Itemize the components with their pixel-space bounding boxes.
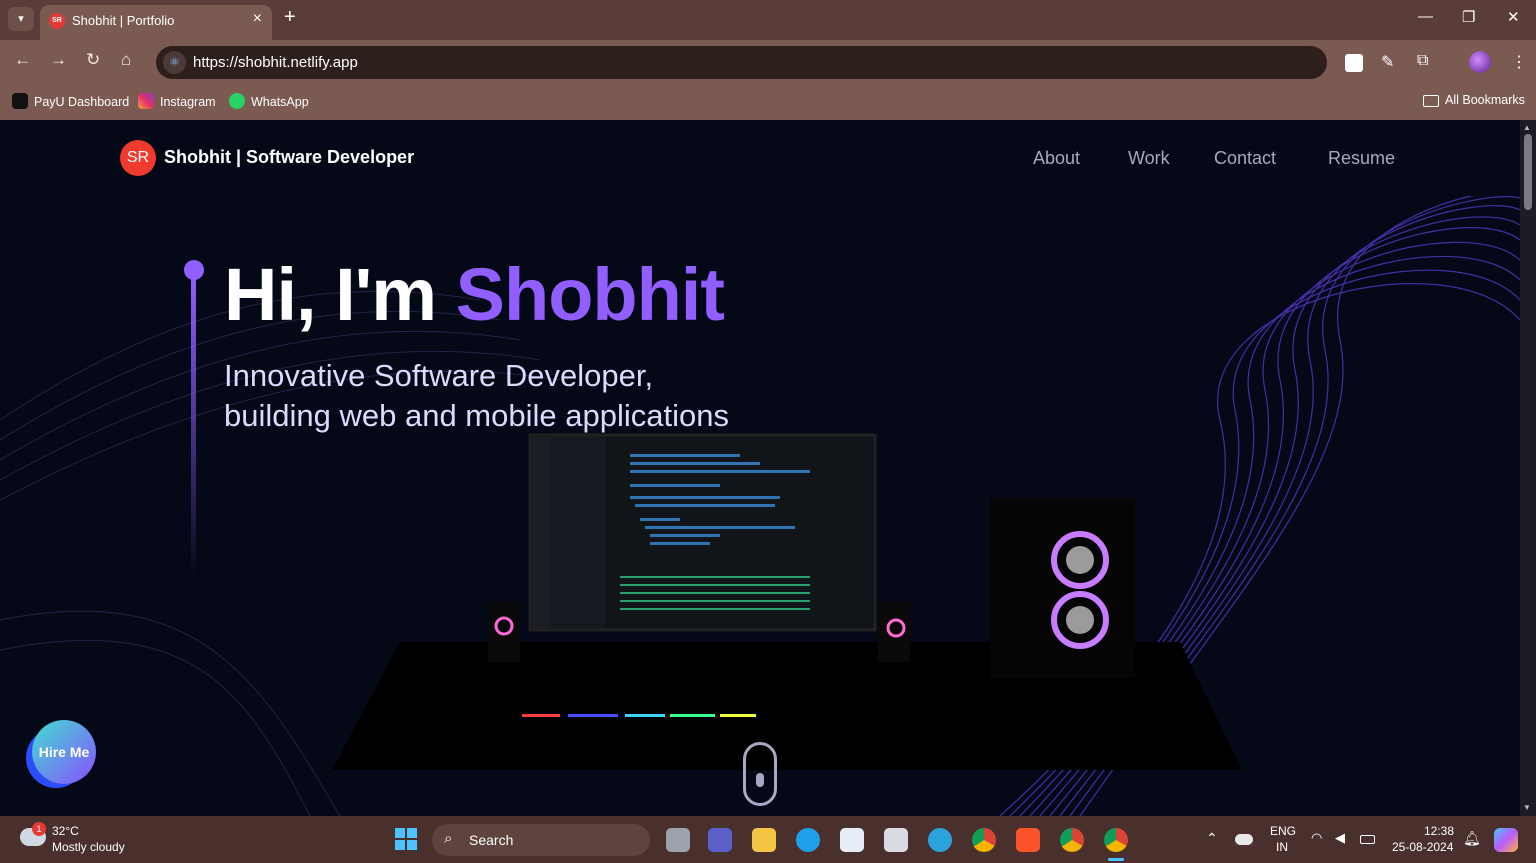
address-bar[interactable]: ⚛ https://shobhit.netlify.app [156, 46, 1327, 79]
active-tab[interactable]: SR Shobhit | Portfolio × [40, 5, 272, 40]
temperature[interactable]: 32°C [52, 824, 79, 838]
search-icon: ⌕ [444, 830, 453, 847]
menu-icon[interactable]: ⋮ [1511, 52, 1527, 72]
browser-toolbar: ← → ↻ ⌂ ⚛ https://shobhit.netlify.app ✎ … [0, 40, 1536, 85]
bookmark-payu[interactable]: PayU Dashboard [12, 93, 129, 109]
taskbar: 1 32°C Mostly cloudy ⌕ Search ⌃ ENG IN ◠… [0, 816, 1536, 863]
back-icon[interactable]: ← [14, 50, 31, 70]
tab-title: Shobhit | Portfolio [72, 13, 175, 28]
url-text[interactable]: https://shobhit.netlify.app [193, 54, 358, 71]
scroll-up-icon[interactable]: ▲ [1523, 123, 1531, 132]
instagram-icon [138, 93, 154, 109]
scroll-indicator-icon[interactable] [743, 742, 777, 806]
bookmark-whatsapp[interactable]: WhatsApp [229, 93, 309, 109]
eyedropper-icon[interactable]: ✎ [1381, 52, 1394, 72]
hire-me-button[interactable]: Hire Me [32, 720, 96, 784]
tray-chevron-icon[interactable]: ⌃ [1206, 830, 1218, 847]
site-navbar: SR Shobhit | Software Developer About Wo… [0, 120, 1520, 196]
tab-search-icon[interactable]: ▾ [8, 7, 34, 31]
new-tab-icon[interactable]: + [284, 6, 296, 29]
snipping-tool-icon[interactable] [884, 828, 908, 852]
tab-favicon: SR [49, 13, 65, 29]
folder-icon [1423, 95, 1439, 107]
close-tab-icon[interactable]: × [253, 10, 262, 28]
wifi-icon[interactable]: ◠ [1311, 830, 1322, 846]
file-explorer-icon[interactable] [752, 828, 776, 852]
close-window-icon[interactable]: ✕ [1507, 8, 1520, 26]
hero-name: Shobhit [455, 253, 725, 336]
volume-icon[interactable]: ◀ [1335, 830, 1345, 846]
restore-icon[interactable]: ❐ [1462, 8, 1475, 26]
reload-icon[interactable]: ↻ [86, 50, 100, 70]
profile-avatar[interactable] [1469, 51, 1491, 73]
all-bookmarks[interactable]: All Bookmarks [1423, 93, 1525, 107]
weather-badge: 1 [32, 822, 46, 836]
language-top[interactable]: ENG [1270, 824, 1296, 838]
hero-accent-dot [184, 260, 204, 280]
extensions-puzzle-icon[interactable]: ⧉ [1417, 52, 1428, 70]
chrome-icon[interactable] [972, 828, 996, 852]
store-icon[interactable] [840, 828, 864, 852]
scroll-down-icon[interactable]: ▼ [1523, 803, 1531, 812]
battery-icon[interactable] [1360, 835, 1375, 844]
notification-bell-icon[interactable]: 🔔︎ [1463, 830, 1481, 847]
site-logo[interactable]: SR [120, 140, 156, 176]
bookmarks-bar: PayU Dashboard Instagram WhatsApp All Bo… [0, 85, 1536, 120]
brave-icon[interactable] [1016, 828, 1040, 852]
weather-status[interactable]: Mostly cloudy [52, 840, 125, 854]
home-icon[interactable]: ⌂ [121, 50, 131, 70]
extension-icon[interactable] [1345, 54, 1363, 72]
payu-icon [12, 93, 28, 109]
nav-work[interactable]: Work [1128, 148, 1170, 169]
minimize-icon[interactable]: — [1418, 8, 1433, 25]
forward-icon[interactable]: → [50, 50, 67, 70]
onedrive-icon[interactable] [1235, 834, 1253, 845]
site-info-icon[interactable]: ⚛ [163, 51, 186, 74]
language-bottom[interactable]: IN [1276, 840, 1288, 854]
hero-title: Hi, I'm Shobhit [224, 253, 725, 336]
bookmark-instagram[interactable]: Instagram [138, 93, 216, 109]
wave-background [0, 189, 1520, 816]
page-scrollbar[interactable]: ▲ ▼ [1520, 120, 1536, 816]
taskbar-search[interactable]: ⌕ Search [432, 824, 650, 856]
nav-about[interactable]: About [1033, 148, 1080, 169]
search-placeholder: Search [469, 832, 514, 848]
clock-time[interactable]: 12:38 [1424, 824, 1454, 838]
tab-bar: ▾ SR Shobhit | Portfolio × + — ❐ ✕ [0, 0, 1536, 40]
hero-accent-line [191, 278, 196, 578]
chrome-profile-icon[interactable] [1060, 828, 1084, 852]
hero-subtitle: Innovative Software Developer, building … [224, 358, 729, 433]
chrome-active-icon[interactable] [1104, 828, 1128, 852]
nav-contact[interactable]: Contact [1214, 148, 1276, 169]
teams-icon[interactable] [708, 828, 732, 852]
edge-icon[interactable] [796, 828, 820, 852]
task-view-icon[interactable] [666, 828, 690, 852]
telegram-icon[interactable] [928, 828, 952, 852]
site-brand[interactable]: Shobhit | Software Developer [164, 147, 414, 168]
portfolio-page: SR Shobhit | Software Developer About Wo… [0, 120, 1520, 816]
scroll-thumb[interactable] [1524, 134, 1532, 210]
whatsapp-icon [229, 93, 245, 109]
windows-start-icon[interactable] [395, 828, 417, 850]
copilot-icon[interactable] [1494, 828, 1518, 852]
nav-resume[interactable]: Resume [1328, 148, 1395, 169]
active-app-indicator [1108, 858, 1124, 861]
clock-date[interactable]: 25-08-2024 [1392, 840, 1453, 854]
